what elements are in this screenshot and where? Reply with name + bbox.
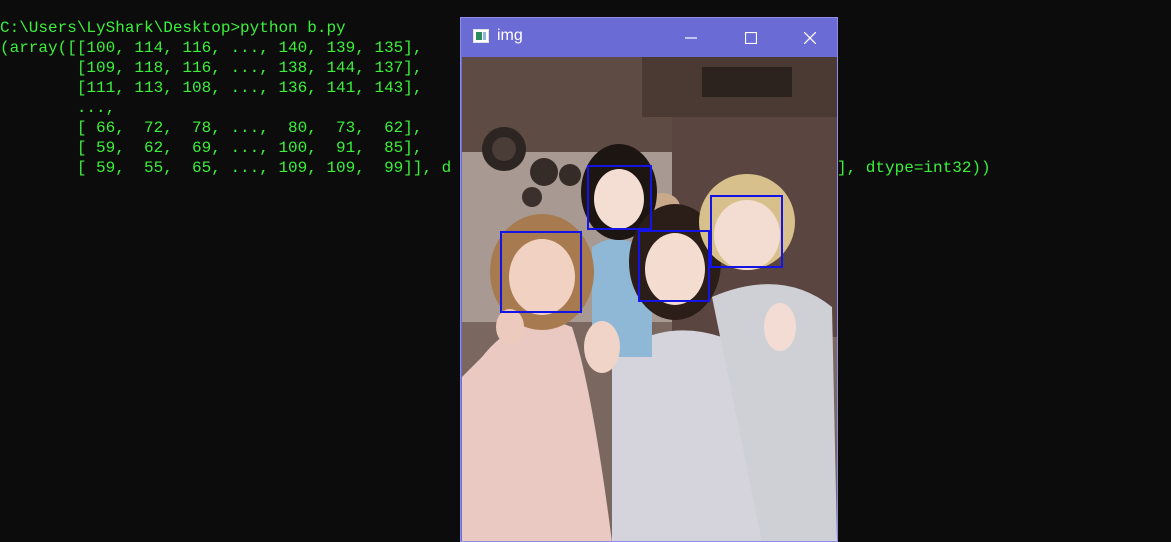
console-line-7: [ 59, 55, 65, ..., 109, 109, 99]], d bbox=[0, 159, 452, 177]
maximize-button[interactable] bbox=[728, 18, 774, 57]
console-line-2: [109, 118, 116, ..., 138, 144, 137], bbox=[0, 59, 423, 77]
image-window[interactable]: img bbox=[460, 17, 838, 542]
console-line-7-tail: ], dtype=int32)) bbox=[837, 159, 991, 177]
console-line-3: [111, 113, 108, ..., 136, 141, 143], bbox=[0, 79, 423, 97]
group-photo bbox=[462, 57, 837, 541]
image-canvas bbox=[462, 57, 837, 541]
console-line-6: [ 59, 62, 69, ..., 100, 91, 85], bbox=[0, 139, 423, 157]
image-window-icon bbox=[473, 29, 489, 43]
window-titlebar[interactable]: img bbox=[461, 18, 837, 57]
console-line-command: C:\Users\LyShark\Desktop>python b.py bbox=[0, 19, 346, 37]
close-button[interactable] bbox=[787, 18, 833, 57]
console-line-4: ..., bbox=[0, 99, 116, 117]
console-line-1: (array([[100, 114, 116, ..., 140, 139, 1… bbox=[0, 39, 423, 57]
window-title: img bbox=[497, 27, 523, 44]
console-line-5: [ 66, 72, 78, ..., 80, 73, 62], bbox=[0, 119, 423, 137]
minimize-button[interactable] bbox=[668, 18, 714, 57]
maximize-icon bbox=[745, 32, 757, 44]
minimize-icon bbox=[685, 37, 697, 39]
close-icon bbox=[804, 32, 816, 44]
